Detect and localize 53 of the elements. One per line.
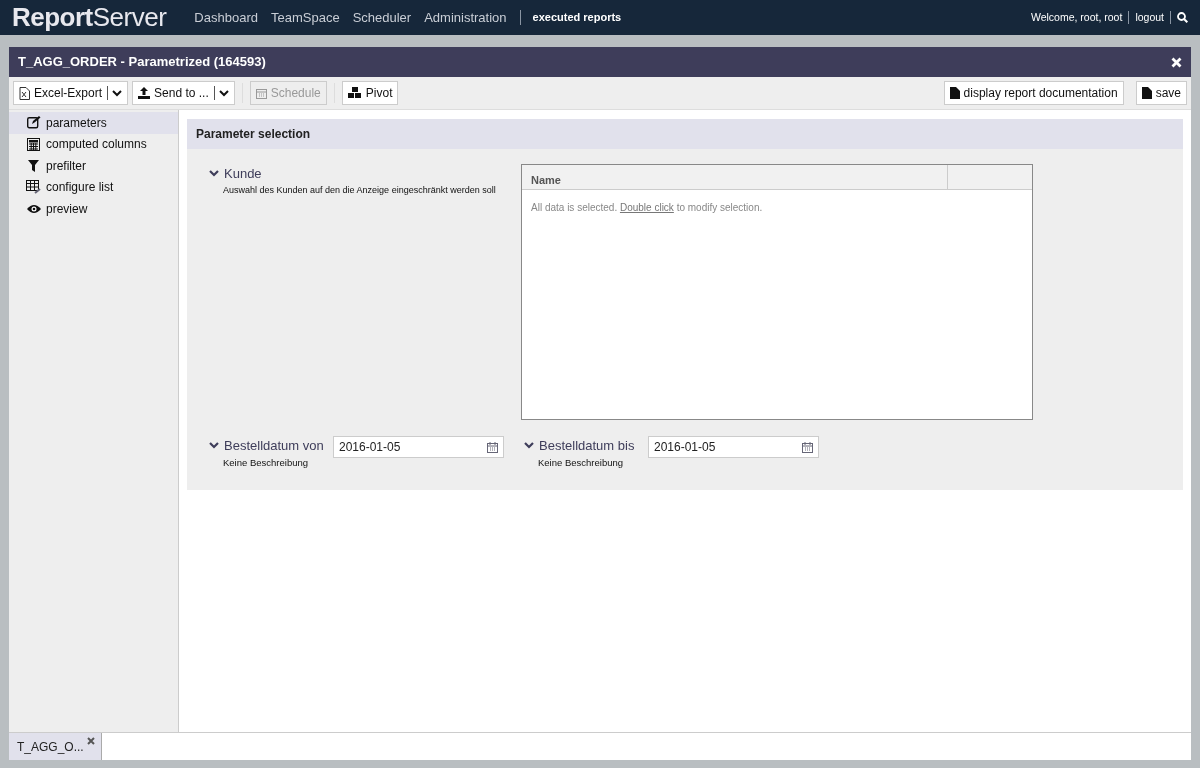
nav-link[interactable]: Administration xyxy=(424,7,507,28)
calendar-icon[interactable] xyxy=(802,441,813,453)
toolbar-button[interactable]: display report documentation xyxy=(943,81,1124,105)
close-icon[interactable] xyxy=(86,737,95,745)
parameter-description: Auswahl des Kunden auf den die Anzeige eingeschränkt werden soll xyxy=(222,183,497,197)
date-field[interactable]: 2016-01-05 xyxy=(333,436,504,458)
parameter-name: Bestelldatum bis xyxy=(539,437,635,455)
toolbar-button[interactable]: Send to ... xyxy=(132,81,235,105)
sidebar-item[interactable]: parameters xyxy=(9,112,178,134)
calculator-icon xyxy=(26,137,41,151)
sidebar-item[interactable]: configure list xyxy=(9,176,178,198)
toolbar-button[interactable]: save xyxy=(1135,81,1187,105)
filter-icon xyxy=(26,159,41,172)
date-field[interactable]: 2016-01-05 xyxy=(648,436,819,458)
search-icon[interactable] xyxy=(1177,12,1188,23)
caret-icon xyxy=(112,89,123,97)
calendar-icon[interactable] xyxy=(487,441,498,453)
link[interactable]: Double click xyxy=(619,202,674,213)
selection-list[interactable]: Name All data is selected. Double click to modify selection. xyxy=(521,164,1033,420)
spreadsheet-file-icon xyxy=(19,86,30,100)
nav-link[interactable]: TeamSpace xyxy=(270,7,340,28)
sidebar-item[interactable]: computed columns xyxy=(9,133,178,155)
parameter-description: Keine Beschreibung xyxy=(537,455,625,470)
parameter-description: Keine Beschreibung xyxy=(222,455,310,470)
toolbar-button[interactable]: Excel-Export xyxy=(13,81,129,105)
logout-link[interactable]: logout xyxy=(1135,9,1164,26)
chevron-down-icon[interactable] xyxy=(524,442,534,450)
document-icon xyxy=(949,87,960,99)
logo[interactable]: ReportServer xyxy=(12,0,167,35)
selection-message: All data is selected. Double click to modify selection. xyxy=(530,201,764,215)
welcome-text: Welcome, root, root xyxy=(1030,9,1123,25)
chevron-down-icon[interactable] xyxy=(209,442,219,450)
tab[interactable]: T_AGG_O... xyxy=(9,733,102,760)
upload-icon xyxy=(138,87,151,99)
nav-link[interactable]: Scheduler xyxy=(352,7,412,28)
caret-icon xyxy=(218,89,229,97)
cubes-icon xyxy=(347,87,362,99)
toolbar-button[interactable]: Pivot xyxy=(341,81,399,105)
window-title: T_AGG_ORDER - Parametrized (164593) xyxy=(18,53,267,72)
parameter-name: Kunde xyxy=(224,165,262,183)
sidebar-item[interactable]: preview xyxy=(9,198,178,220)
sidebar-item[interactable]: prefilter xyxy=(9,155,178,177)
table-icon xyxy=(26,180,41,195)
document-icon xyxy=(1141,87,1152,99)
column-header: Name xyxy=(522,165,948,189)
nav-link[interactable]: executed reports xyxy=(532,9,622,26)
parameter-name: Bestelldatum von xyxy=(224,437,324,455)
calendar-icon xyxy=(255,87,267,99)
chevron-down-icon[interactable] xyxy=(209,170,219,178)
edit-icon xyxy=(26,116,41,130)
nav-link[interactable]: Dashboard xyxy=(194,7,258,28)
panel-header: Parameter selection xyxy=(187,119,1183,149)
eye-icon xyxy=(26,203,41,214)
